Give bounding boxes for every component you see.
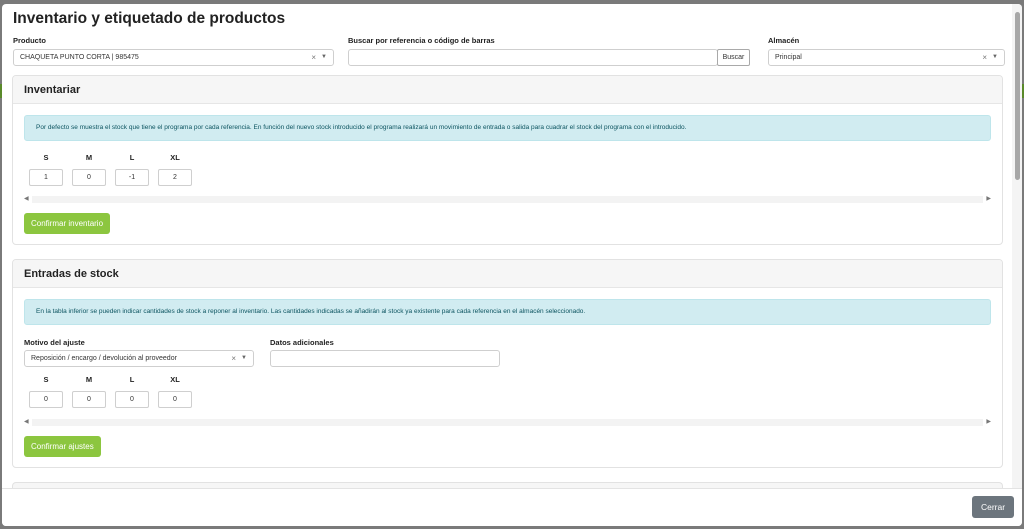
size-header-xl: XL (170, 375, 180, 384)
inventory-modal: Inventario y etiquetado de productos Pro… (2, 4, 1022, 526)
clear-icon[interactable]: × (982, 50, 987, 65)
warehouse-label: Almacén (768, 36, 800, 45)
chevron-down-icon[interactable]: ▼ (241, 351, 247, 366)
confirm-adjustments-button[interactable]: Confirmar ajustes (24, 436, 101, 457)
product-select[interactable]: CHAQUETA PUNTO CORTA | 985475 × ▼ (13, 49, 334, 66)
clear-icon[interactable]: × (231, 351, 236, 366)
inventory-card: Inventariar Por defecto se muestra el st… (12, 75, 1003, 245)
modal-title: Inventario y etiquetado de productos (13, 10, 286, 27)
search-button[interactable]: Buscar (717, 49, 750, 66)
modal-vertical-scrollbar[interactable] (1012, 4, 1022, 488)
stock-entries-info-alert: En la tabla inferior se pueden indicar c… (24, 299, 991, 325)
inventory-input-xl[interactable]: 2 (158, 169, 192, 186)
size-header-l: L (129, 375, 135, 384)
stock-entries-card: Entradas de stock En la tabla inferior s… (12, 259, 1003, 468)
close-button[interactable]: Cerrar (972, 496, 1014, 518)
stock-entry-input-l[interactable]: 0 (115, 391, 149, 408)
search-input[interactable] (348, 49, 718, 66)
scroll-left-icon[interactable]: ◀ (24, 418, 29, 425)
stock-entry-input-s[interactable]: 0 (29, 391, 63, 408)
inventory-horizontal-scrollbar[interactable]: ◀ ▶ (24, 195, 991, 204)
size-header-m: M (85, 375, 93, 384)
product-label: Producto (13, 36, 46, 45)
scroll-right-icon[interactable]: ▶ (986, 195, 991, 202)
chevron-down-icon[interactable]: ▼ (992, 50, 998, 65)
scrollbar-thumb[interactable] (1015, 12, 1020, 180)
warehouse-select-value: Principal (775, 54, 802, 61)
warehouse-select[interactable]: Principal × ▼ (768, 49, 1005, 66)
scrollbar-track[interactable] (32, 419, 983, 426)
clear-icon[interactable]: × (311, 50, 316, 65)
reason-select-value: Reposición / encargo / devolución al pro… (31, 355, 177, 362)
scroll-left-icon[interactable]: ◀ (24, 195, 29, 202)
inventory-info-alert: Por defecto se muestra el stock que tien… (24, 115, 991, 141)
size-header-s: S (43, 375, 49, 384)
search-label: Buscar por referencia o código de barras (348, 36, 495, 45)
size-header-m: M (85, 153, 93, 162)
confirm-inventory-button[interactable]: Confirmar inventario (24, 213, 111, 234)
size-header-s: S (43, 153, 49, 162)
inventory-card-title: Inventariar (13, 76, 1002, 104)
size-header-l: L (129, 153, 135, 162)
stock-entries-horizontal-scrollbar[interactable]: ◀ ▶ (24, 418, 991, 427)
scrollbar-track[interactable] (32, 196, 983, 203)
reason-select[interactable]: Reposición / encargo / devolución al pro… (24, 350, 254, 367)
product-select-value: CHAQUETA PUNTO CORTA | 985475 (20, 54, 139, 61)
size-header-xl: XL (170, 153, 180, 162)
inventory-input-s[interactable]: 1 (29, 169, 63, 186)
stock-entry-input-xl[interactable]: 0 (158, 391, 192, 408)
modal-footer: Cerrar (2, 488, 1022, 526)
inventory-input-l[interactable]: -1 (115, 169, 149, 186)
extra-data-input[interactable] (270, 350, 500, 367)
stock-entries-card-title: Entradas de stock (13, 260, 1002, 288)
inventory-input-m[interactable]: 0 (72, 169, 106, 186)
chevron-down-icon[interactable]: ▼ (321, 50, 327, 65)
scroll-right-icon[interactable]: ▶ (986, 418, 991, 425)
extra-data-label: Datos adicionales (270, 338, 334, 347)
stock-entry-input-m[interactable]: 0 (72, 391, 106, 408)
reason-label: Motivo del ajuste (24, 338, 85, 347)
